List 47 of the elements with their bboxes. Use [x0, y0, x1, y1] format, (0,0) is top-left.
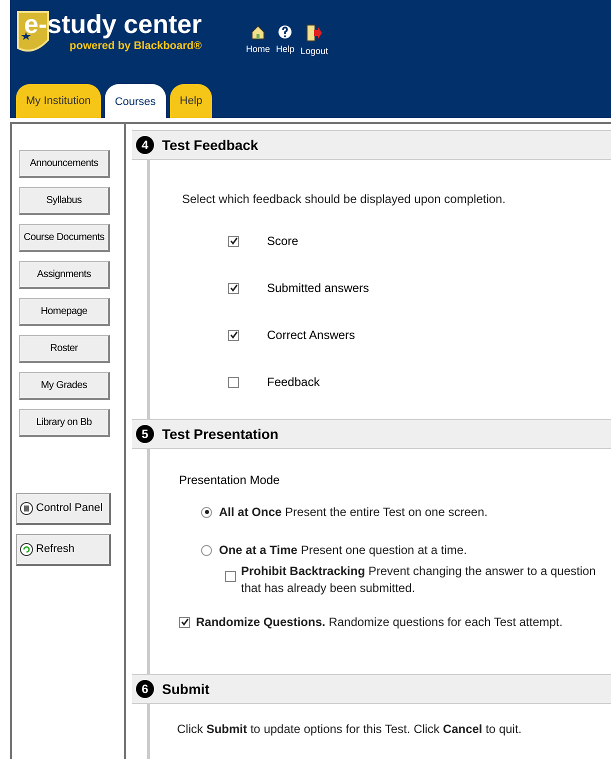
field-label: Presentation Mode [179, 472, 281, 489]
instruction-text: Select which feedback should be displayed upon completion. [182, 191, 507, 208]
sidebar-button[interactable]: Homepage [19, 298, 110, 326]
top-link[interactable]: Help [276, 43, 295, 56]
checkbox[interactable] [228, 330, 239, 340]
radio-button[interactable] [201, 506, 212, 518]
checkbox[interactable] [225, 571, 236, 582]
sidebar-button[interactable]: Library on Bb [19, 409, 110, 437]
option-label: Feedback [267, 374, 320, 391]
checkbox[interactable] [228, 282, 239, 294]
nav-tab[interactable]: Help [170, 84, 212, 118]
house-icon[interactable] [251, 24, 265, 40]
sidebar-button[interactable]: Course Documents [19, 224, 110, 252]
tool-button[interactable]: Refresh [16, 534, 111, 566]
sidebar-button[interactable]: Announcements [19, 150, 110, 178]
sidebar-button[interactable]: Assignments [19, 261, 110, 289]
option-text: Prohibit Backtracking Prevent changing the answer to a question that has already been submitted. [241, 563, 597, 597]
checkbox[interactable] [228, 376, 239, 388]
option-text: One at a Time Present one question at a time. [219, 542, 467, 559]
sidebar-button[interactable]: My Grades [19, 372, 110, 400]
nav-tab[interactable]: Courses [104, 84, 166, 120]
step-number-badge: 4 [136, 136, 154, 154]
tool-button[interactable]: Control Panel [16, 493, 111, 525]
nav-tab[interactable]: My Institution [16, 84, 101, 118]
door-icon[interactable] [306, 24, 322, 42]
checkbox[interactable] [179, 616, 190, 628]
top-link[interactable]: Home [246, 43, 270, 56]
control-panel-icon [20, 502, 33, 515]
sidebar-button[interactable]: Syllabus [19, 187, 110, 215]
refresh-icon [20, 543, 33, 556]
radio-button[interactable] [201, 544, 212, 556]
option-label: Submitted answers [267, 280, 370, 297]
top-link[interactable]: Logout [300, 45, 328, 58]
option-label: Correct Answers [267, 327, 356, 344]
checkbox[interactable] [228, 236, 239, 246]
logo-subtitle: powered by Blackboard® [70, 39, 202, 54]
step-number-badge: 5 [136, 425, 154, 443]
section-title: Submit [162, 680, 210, 698]
step-number-badge: 6 [136, 680, 154, 698]
submit-instruction: Click Submit to update options for this Test. Click Cancel to quit. [177, 721, 523, 738]
help-icon[interactable] [278, 24, 292, 40]
option-text: All at Once Present the entire Test on one screen. [219, 504, 488, 521]
sidebar-button[interactable]: Roster [19, 335, 110, 363]
option-label: Score [267, 233, 298, 250]
section-title: Test Presentation [162, 424, 278, 444]
option-text: Randomize Questions. Randomize questions for each Test attempt. [196, 614, 563, 631]
section-title: Test Feedback [162, 136, 258, 154]
